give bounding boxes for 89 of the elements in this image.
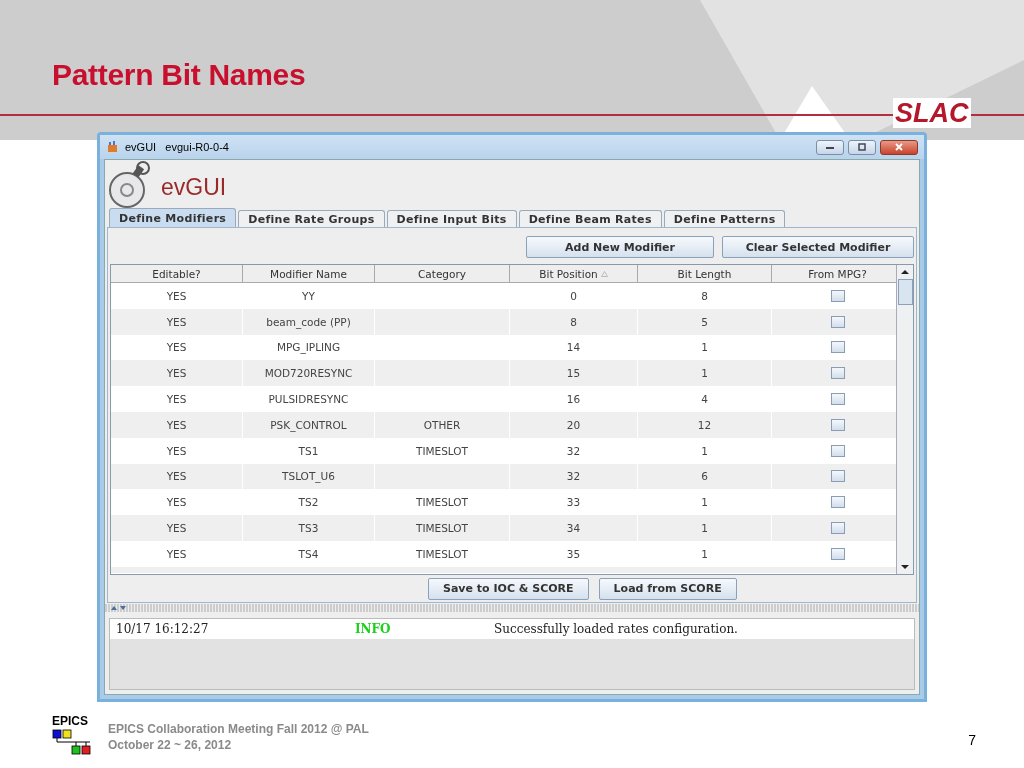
scroll-up-icon[interactable] <box>901 270 909 274</box>
table-cell: YES <box>111 437 243 464</box>
table-cell: MOD720RESYNC <box>243 360 375 387</box>
table-cell: 12 <box>638 412 772 438</box>
minimize-button[interactable] <box>816 139 844 155</box>
vertical-scrollbar[interactable] <box>896 265 913 574</box>
tab[interactable]: Define Rate Groups <box>238 210 385 227</box>
checkbox[interactable] <box>830 367 845 380</box>
close-button[interactable] <box>880 139 918 155</box>
table-cell: TS4 <box>243 540 375 567</box>
table-cell: YES <box>111 412 243 438</box>
checkbox[interactable] <box>830 496 845 509</box>
table-cell: beam_code (PP) <box>243 308 375 335</box>
action-button[interactable]: Save to IOC & SCORE <box>428 577 589 600</box>
checkbox[interactable] <box>830 418 845 431</box>
table-cell: 1 <box>638 360 772 387</box>
squares-icon <box>52 729 92 755</box>
table-cell: 1 <box>638 515 772 541</box>
table-cell: 16 <box>510 386 638 412</box>
column-header[interactable]: Bit Position <box>510 265 638 282</box>
checkbox[interactable] <box>830 289 845 302</box>
table-cell: 6 <box>638 463 772 490</box>
tab[interactable]: Define Modifiers <box>109 208 237 227</box>
table-cell: YY <box>243 283 375 309</box>
sort-arrow-icon <box>600 270 608 277</box>
table-cell: OTHER <box>375 412 510 438</box>
scroll-down-icon[interactable] <box>901 565 909 569</box>
slide-title: Pattern Bit Names <box>52 58 306 92</box>
column-header[interactable]: Editable? <box>111 265 243 282</box>
close-icon <box>895 143 903 151</box>
collapse-arrows-icon <box>109 605 129 611</box>
tab[interactable]: Define Input Bits <box>386 210 517 227</box>
table-cell: YES <box>111 386 243 412</box>
table-cell: 35 <box>510 540 638 567</box>
table-cell: 8 <box>638 283 772 309</box>
table-cell: PSK_CONTROL <box>243 412 375 438</box>
app-name: evGUI <box>161 173 227 201</box>
table-cell: YES <box>111 308 243 335</box>
tab[interactable]: Define Patterns <box>663 210 786 227</box>
table-cell: PULSIDRESYNC <box>243 386 375 412</box>
window-title: evGUI evgui-R0-0-4 <box>125 141 229 153</box>
table-cell: YES <box>111 463 243 490</box>
table-cell: TSLOT_U6 <box>243 463 375 490</box>
table-cell: 5 <box>638 308 772 335</box>
scroll-thumb[interactable] <box>897 279 913 305</box>
checkbox[interactable] <box>830 393 845 406</box>
table-cell: 15 <box>510 360 638 387</box>
page-number: 7 <box>968 732 976 748</box>
table-cell: YES <box>111 360 243 387</box>
checkbox[interactable] <box>830 522 845 535</box>
checkbox[interactable] <box>830 470 845 483</box>
table-cell: 4 <box>638 386 772 412</box>
table-cell: 1 <box>638 437 772 464</box>
minimize-icon <box>826 147 834 149</box>
column-header[interactable]: Category <box>375 265 510 282</box>
table-cell: 8 <box>510 308 638 335</box>
table-cell: YES <box>111 540 243 567</box>
table-cell: 32 <box>510 437 638 464</box>
table-cell: 1 <box>638 540 772 567</box>
action-button[interactable]: Clear Selected Modifier <box>722 236 914 258</box>
table-cell: 32 <box>510 463 638 490</box>
checkbox[interactable] <box>830 341 845 354</box>
event-dates: October 22 ~ 26, 2012 <box>108 738 233 752</box>
table-cell: TIMESLOT <box>375 540 510 567</box>
table-cell: TIMESLOT <box>375 437 510 464</box>
action-button[interactable]: Load from SCORE <box>598 577 737 600</box>
table-cell: TS1 <box>243 437 375 464</box>
table-cell: 0 <box>510 283 638 309</box>
table-cell: YES <box>111 283 243 309</box>
action-button[interactable]: Add New Modifier <box>526 236 714 258</box>
maximize-button[interactable] <box>848 139 876 155</box>
log-message: Successfully loaded rates configuration. <box>494 622 738 636</box>
maximize-icon <box>858 143 866 151</box>
org-label: EPICS <box>52 714 88 728</box>
tab[interactable]: Define Beam Rates <box>518 210 662 227</box>
log-severity: INFO <box>355 622 392 636</box>
table-cell: TS3 <box>243 515 375 541</box>
table-cell: 20 <box>510 412 638 438</box>
column-header[interactable]: Modifier Name <box>243 265 375 282</box>
column-header[interactable]: Bit Length <box>638 265 772 282</box>
table-cell: 34 <box>510 515 638 541</box>
logo-text: SLAC <box>893 98 971 128</box>
event-name: EPICS Collaboration Meeting Fall 2012 @ PAL <box>108 722 369 736</box>
table-cell: TIMESLOT <box>375 515 510 541</box>
checkbox[interactable] <box>830 547 845 560</box>
checkbox[interactable] <box>830 315 845 328</box>
log-time: 10/17 16:12:27 <box>115 622 210 636</box>
checkbox[interactable] <box>830 444 845 457</box>
table-cell: YES <box>111 515 243 541</box>
